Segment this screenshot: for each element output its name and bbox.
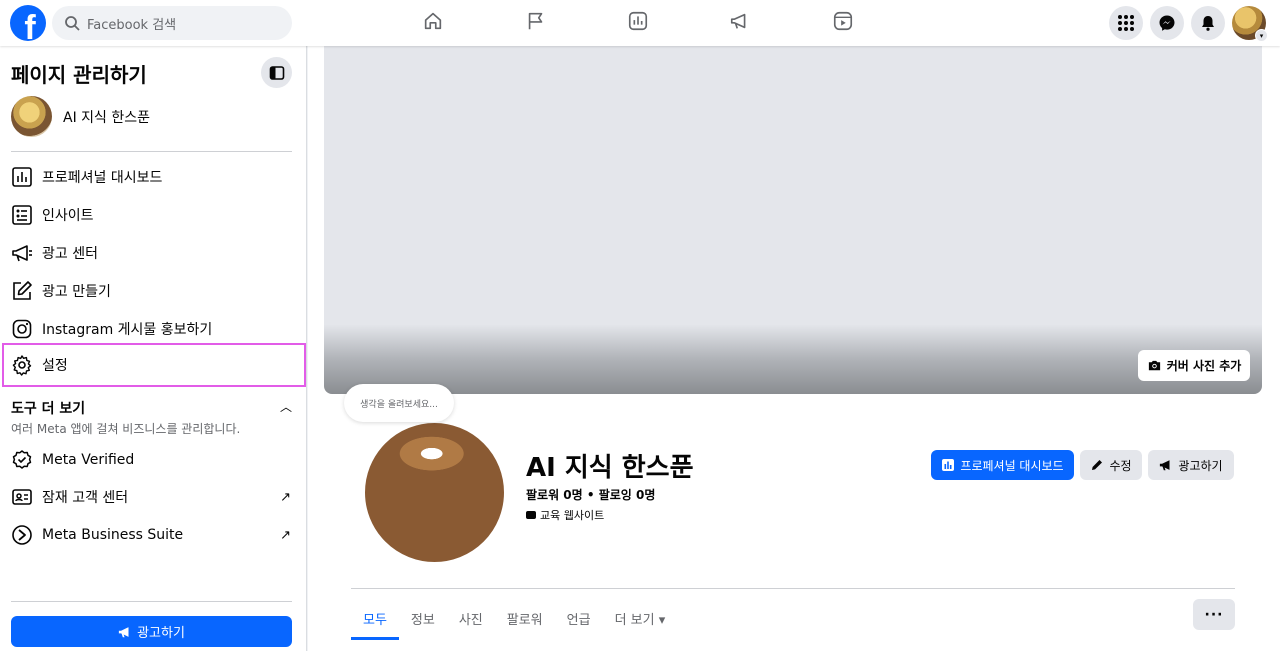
instagram-icon [11, 318, 33, 340]
sidebar-toggle-icon [269, 65, 284, 80]
sidebar-advertise-label: 광고하기 [137, 626, 185, 641]
sidebar-advertise-button[interactable]: 광고하기 [11, 616, 292, 647]
cover-photo-area: 커버 사진 추가 [324, 46, 1262, 394]
advertise-label: 광고하기 [1178, 458, 1223, 473]
divider [351, 588, 1235, 589]
sidebar-item-label: 프로페셔널 대시보드 [42, 170, 163, 186]
contact-card-icon [11, 486, 33, 508]
sidebar-item-professional-dashboard[interactable]: 프로페셔널 대시보드 [3, 158, 305, 196]
page-avatar [11, 96, 52, 137]
sidebar-item-meta-verified[interactable]: Meta Verified [3, 441, 305, 479]
tab-all[interactable]: 모두 [351, 596, 399, 640]
note-bubble[interactable]: 생각을 올려보세요... [344, 384, 454, 422]
pencil-icon [1092, 460, 1103, 470]
page-tabs: 모두 정보 사진 팔로워 언급 더 보기 ▾ [351, 596, 677, 640]
tab-more[interactable]: 더 보기 ▾ [603, 596, 678, 640]
tab-followers[interactable]: 팔로워 [495, 596, 555, 640]
chevron-down-icon: ▾ [1255, 29, 1268, 42]
megaphone-icon[interactable] [729, 10, 753, 34]
messenger-icon[interactable] [1150, 6, 1184, 40]
follower-stats[interactable]: 팔로워 0명 • 팔로잉 0명 [526, 486, 655, 503]
sidebar-item-business-suite[interactable]: Meta Business Suite ↗ [3, 516, 305, 554]
category-icon [526, 511, 536, 519]
sidebar-item-label: 인사이트 [42, 208, 94, 224]
page-category-label: 교육 웹사이트 [540, 509, 605, 522]
search-icon [65, 16, 80, 31]
verified-icon [11, 449, 33, 471]
sidebar-item-instagram-promote[interactable]: Instagram 게시물 홍보하기 [3, 310, 305, 348]
reels-icon[interactable] [832, 10, 856, 34]
facebook-logo-letter: f [24, 9, 36, 41]
chevron-up-icon[interactable]: ︿ [280, 398, 292, 415]
flag-icon[interactable] [525, 10, 549, 34]
tab-mentions[interactable]: 언급 [555, 596, 603, 640]
sidebar-item-label: 광고 센터 [42, 246, 98, 262]
collapse-sidebar-button[interactable] [261, 57, 292, 88]
sidebar-item-label: 설정 [42, 358, 68, 374]
professional-dashboard-button[interactable]: 프로페셔널 대시보드 [931, 450, 1074, 480]
advertise-button[interactable]: 광고하기 [1148, 450, 1234, 480]
sidebar-page-profile[interactable]: AI 지식 한스푼 [11, 96, 150, 137]
external-link-icon: ↗ [280, 527, 291, 543]
home-icon[interactable] [422, 10, 446, 34]
megaphone-icon [1160, 460, 1170, 471]
sidebar-item-insights[interactable]: 인사이트 [3, 196, 305, 234]
sidebar-page-name: AI 지식 한스푼 [63, 109, 151, 126]
more-tools-title: 도구 더 보기 [11, 401, 86, 417]
professional-dashboard-label: 프로페셔널 대시보드 [960, 458, 1064, 473]
sidebar-item-label: Meta Business Suite [42, 527, 184, 543]
more-tools-section: 도구 더 보기 여러 Meta 앱에 걸쳐 비즈니스를 관리합니다. ︿ [11, 398, 292, 437]
dashboard-icon [942, 459, 955, 471]
menu-grid-icon[interactable] [1109, 6, 1143, 40]
page-title: AI 지식 한스푼 [526, 453, 694, 483]
insights-icon [11, 204, 33, 226]
external-link-icon: ↗ [280, 489, 291, 505]
more-options-button[interactable]: ··· [1193, 599, 1235, 630]
sidebar-item-settings[interactable]: 설정 [2, 343, 306, 387]
search-placeholder: Facebook 검색 [87, 17, 177, 33]
divider [11, 601, 292, 602]
page-profile-picture[interactable] [362, 420, 507, 565]
edit-button[interactable]: 수정 [1080, 450, 1142, 480]
gear-icon [11, 354, 33, 376]
sidebar-item-create-ad[interactable]: 광고 만들기 [3, 272, 305, 310]
sidebar-item-ad-center[interactable]: 광고 센터 [3, 234, 305, 272]
more-tools-subtitle: 여러 Meta 앱에 걸쳐 비즈니스를 관리합니다. [11, 422, 241, 436]
sidebar-item-label: Meta Verified [42, 452, 135, 468]
add-cover-photo-button[interactable]: 커버 사진 추가 [1138, 350, 1250, 381]
facebook-logo[interactable]: f [10, 5, 46, 41]
sidebar-item-label: Instagram 게시물 홍보하기 [42, 322, 213, 338]
sidebar-item-label: 잠재 고객 센터 [42, 490, 129, 506]
edit-icon [11, 280, 33, 302]
megaphone-icon [11, 242, 33, 264]
add-cover-photo-label: 커버 사진 추가 [1166, 359, 1242, 373]
account-avatar[interactable]: ▾ [1232, 6, 1268, 42]
page-main-content: 커버 사진 추가 생각을 올려보세요... AI 지식 한스푼 팔로워 0명 •… [308, 46, 1280, 651]
top-navigation-bar: f Facebook 검색 ▾ [0, 0, 1280, 46]
insights-icon[interactable] [627, 10, 651, 34]
page-category: 교육 웹사이트 [526, 507, 604, 523]
megaphone-icon [118, 626, 129, 637]
tab-photos[interactable]: 사진 [447, 596, 495, 640]
search-bar[interactable]: Facebook 검색 [52, 6, 292, 40]
manage-page-sidebar: 페이지 관리하기 AI 지식 한스푼 프로페셔널 대시보드 인사이트 광고 센터… [0, 46, 307, 651]
sidebar-item-audience-center[interactable]: 잠재 고객 센터 ↗ [3, 478, 305, 516]
dashboard-icon [11, 166, 33, 188]
bell-icon[interactable] [1191, 6, 1225, 40]
tab-about[interactable]: 정보 [399, 596, 447, 640]
sidebar-title: 페이지 관리하기 [11, 63, 147, 87]
divider [11, 151, 292, 152]
business-suite-icon [11, 524, 33, 546]
edit-label: 수정 [1109, 458, 1132, 473]
sidebar-item-label: 광고 만들기 [42, 284, 111, 300]
camera-icon [1148, 360, 1160, 371]
